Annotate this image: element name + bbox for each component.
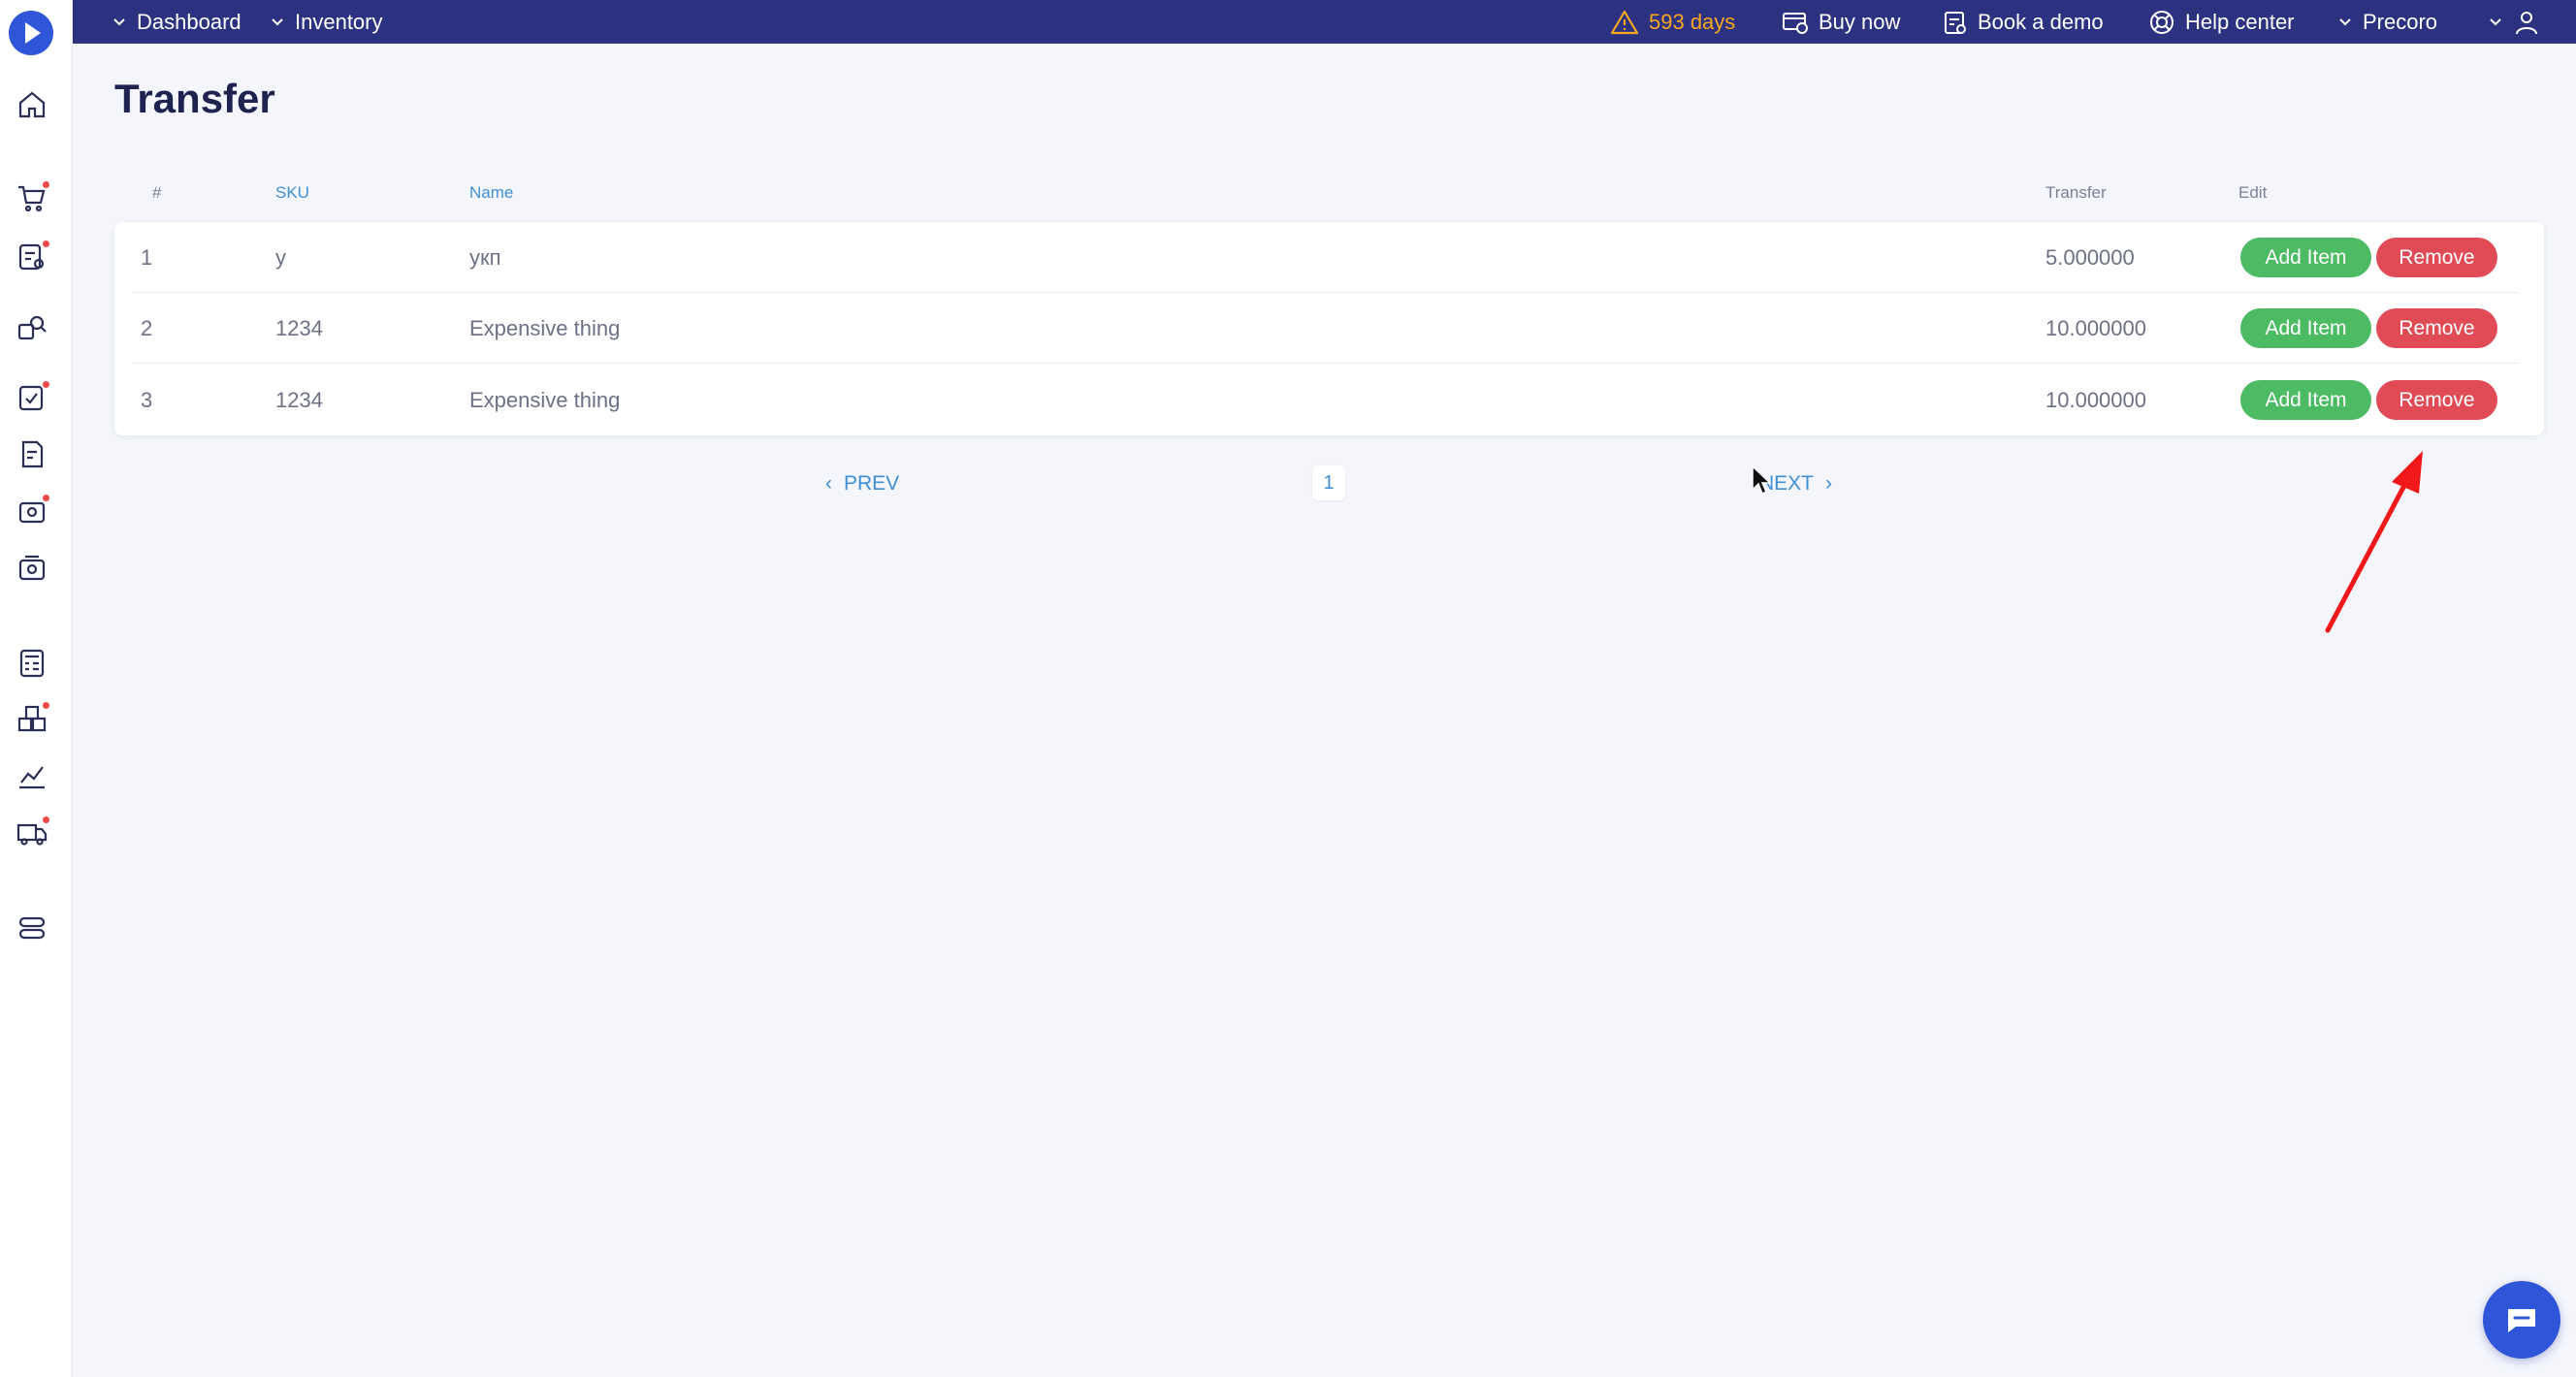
prev-page-button[interactable]: ‹ PREV — [825, 469, 899, 498]
warning-icon — [1610, 10, 1639, 34]
inventory-icon[interactable] — [16, 700, 51, 735]
budget-icon[interactable] — [16, 552, 48, 585]
book-demo-label: Book a demo — [1978, 9, 2104, 34]
analytics-icon[interactable] — [16, 759, 48, 792]
page-number-current[interactable]: 1 — [1312, 465, 1345, 500]
row-sku: у — [275, 244, 286, 270]
column-header-number: # — [152, 183, 162, 202]
home-icon[interactable] — [16, 88, 48, 121]
help-center-link[interactable]: Help center — [2148, 0, 2295, 44]
chevron-down-icon — [272, 17, 283, 25]
chevron-down-icon — [113, 17, 125, 25]
trial-days-badge[interactable]: 593 days — [1610, 0, 1735, 44]
calculator-icon[interactable] — [16, 647, 48, 680]
chevron-down-icon — [2490, 17, 2501, 25]
row-transfer: 10.000000 — [2045, 315, 2146, 340]
payments-icon[interactable] — [16, 493, 51, 528]
column-header-transfer: Transfer — [2045, 183, 2107, 202]
row-name: Expensive thing — [469, 315, 621, 340]
row-number: 2 — [141, 315, 153, 340]
user-menu[interactable] — [2488, 0, 2540, 44]
dashboard-label: Dashboard — [137, 9, 242, 34]
inventory-label: Inventory — [295, 9, 383, 34]
chevron-right-icon: › — [1825, 472, 1833, 495]
add-item-button[interactable]: Add Item — [2240, 380, 2371, 420]
user-icon — [2516, 11, 2537, 34]
column-header-name[interactable]: Name — [469, 183, 513, 203]
trial-days-text: 593 days — [1649, 9, 1736, 34]
top-bar: Dashboard Inventory 593 days Buy now Boo… — [73, 0, 2576, 44]
row-name: Expensive thing — [469, 387, 621, 412]
settings-stack-icon[interactable] — [16, 912, 48, 945]
purchase-cart-icon[interactable] — [16, 179, 51, 214]
prev-label: PREV — [844, 472, 900, 495]
row-sku: 1234 — [275, 315, 323, 340]
mouse-cursor-icon — [1752, 464, 1772, 496]
row-number: 3 — [141, 387, 153, 412]
lifebuoy-icon — [2150, 10, 2174, 34]
row-sku: 1234 — [275, 387, 323, 412]
help-center-label: Help center — [2185, 9, 2295, 34]
add-item-button[interactable]: Add Item — [2240, 238, 2371, 277]
add-item-button[interactable]: Add Item — [2240, 308, 2371, 348]
chat-icon — [2508, 1309, 2535, 1332]
invoices-icon[interactable] — [16, 438, 48, 471]
table-row: 2 1234 Expensive thing 10.000000 Add Ite… — [114, 293, 2544, 364]
row-number: 1 — [141, 244, 153, 270]
remove-button[interactable]: Remove — [2376, 380, 2497, 420]
transfer-table: 1 у укп 5.000000 Add Item Remove 2 1234 … — [114, 222, 2544, 435]
inventory-menu[interactable]: Inventory — [270, 0, 383, 44]
chevron-left-icon: ‹ — [825, 472, 832, 495]
requests-icon[interactable] — [16, 239, 51, 273]
delivery-icon[interactable] — [16, 815, 51, 849]
annotation-arrow-icon — [2325, 451, 2423, 633]
calendar-icon — [1945, 11, 1966, 34]
dashboard-menu[interactable]: Dashboard — [112, 0, 242, 44]
suppliers-search-icon[interactable] — [16, 311, 48, 344]
column-header-edit: Edit — [2238, 183, 2268, 202]
column-header-sku[interactable]: SKU — [275, 183, 309, 203]
table-row: 3 1234 Expensive thing 10.000000 Add Ite… — [114, 365, 2544, 435]
remove-button[interactable]: Remove — [2376, 308, 2497, 348]
row-transfer: 5.000000 — [2045, 244, 2135, 270]
buy-now-label: Buy now — [1819, 9, 1901, 34]
company-name: Precoro — [2363, 9, 2438, 34]
approvals-icon[interactable] — [16, 379, 51, 414]
chat-widget-button[interactable] — [2483, 1281, 2560, 1359]
row-transfer: 10.000000 — [2045, 387, 2146, 412]
chevron-down-icon — [2339, 17, 2351, 25]
remove-button[interactable]: Remove — [2376, 238, 2497, 277]
page-title: Transfer — [114, 76, 275, 121]
book-demo-link[interactable]: Book a demo — [1943, 0, 2104, 44]
credit-card-icon — [1783, 12, 1808, 34]
row-name: укп — [469, 244, 501, 270]
table-row: 1 у укп 5.000000 Add Item Remove — [114, 222, 2544, 293]
buy-now-link[interactable]: Buy now — [1782, 0, 1900, 44]
sidebar — [0, 0, 73, 1377]
company-selector[interactable]: Precoro — [2337, 0, 2437, 44]
precoro-logo-icon[interactable] — [9, 11, 53, 55]
